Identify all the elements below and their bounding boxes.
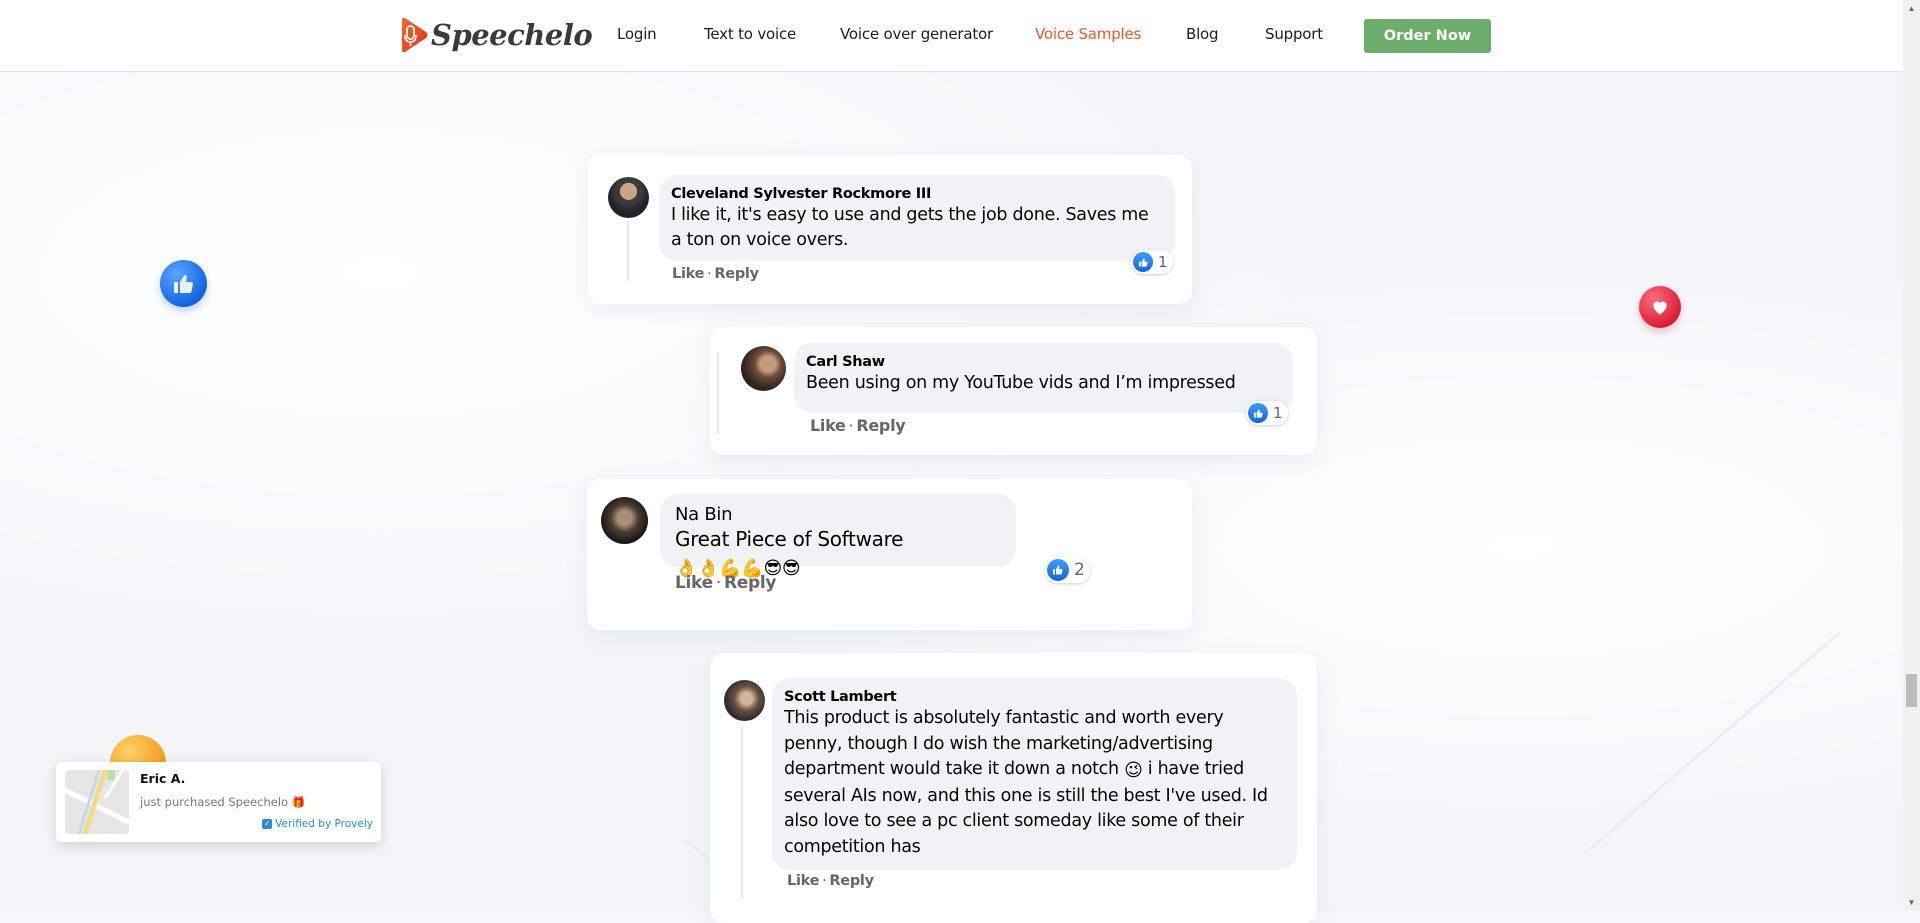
gift-emoji: 🎁: [291, 796, 306, 809]
comment-text: I like it, it's easy to use and gets the…: [671, 205, 1149, 250]
purchase-text: just purchased Speechelo: [140, 795, 289, 809]
comment-actions: Like · Reply: [787, 873, 874, 889]
reaction-count[interactable]: 1: [1131, 250, 1173, 274]
reaction-count-value: 2: [1074, 560, 1085, 580]
like-link[interactable]: Like: [672, 266, 704, 282]
order-now-button[interactable]: Order Now: [1364, 19, 1491, 53]
thread-line: [741, 727, 743, 897]
scroll-up-arrow-icon[interactable]: ▲: [1903, 0, 1920, 17]
reply-link[interactable]: Reply: [724, 573, 777, 593]
nav-voice-over-generator[interactable]: Voice over generator: [840, 25, 993, 43]
nav-blog[interactable]: Blog: [1186, 25, 1219, 43]
separator: ·: [707, 266, 712, 282]
floating-heart-icon: [1639, 286, 1681, 328]
like-link[interactable]: Like: [787, 873, 819, 889]
reaction-count[interactable]: 2: [1045, 557, 1090, 583]
scrollbar-thumb[interactable]: [1906, 674, 1917, 707]
main-nav: Login Text to voice Voice over generator…: [0, 0, 1903, 71]
avatar[interactable]: [601, 497, 648, 544]
comment-bubble: Cleveland Sylvester Rockmore III I like …: [659, 175, 1175, 261]
like-reaction-icon: [1047, 559, 1069, 581]
thread-line: [717, 352, 719, 434]
verified-badge[interactable]: ✓ Verified by Provely: [262, 818, 373, 830]
like-link[interactable]: Like: [675, 573, 713, 593]
wink-emoji: 😉: [1124, 760, 1143, 781]
map-thumbnail: [65, 770, 129, 834]
vertical-scrollbar[interactable]: ▲ ▼: [1903, 0, 1920, 911]
reply-link[interactable]: Reply: [829, 873, 874, 889]
checkbox-icon: ✓: [262, 819, 273, 829]
comment-card: Cleveland Sylvester Rockmore III I like …: [587, 155, 1192, 304]
separator: ·: [822, 873, 827, 889]
purchase-message: just purchased Speechelo 🎁: [140, 795, 305, 809]
comment-card: Carl Shaw Been using on my YouTube vids …: [710, 327, 1317, 455]
scroll-down-arrow-icon[interactable]: ▼: [1903, 894, 1920, 911]
like-link[interactable]: Like: [810, 416, 846, 435]
reply-link[interactable]: Reply: [714, 266, 759, 282]
avatar[interactable]: [741, 346, 786, 391]
thread-line: [627, 221, 629, 281]
like-reaction-icon: [1248, 403, 1268, 423]
comment-card: Scott Lambert This product is absolutely…: [710, 653, 1317, 923]
comment-author[interactable]: Scott Lambert: [784, 688, 1285, 706]
comment-text-body: Great Piece of Software: [675, 527, 904, 551]
comment-author[interactable]: Carl Shaw: [806, 353, 1281, 371]
comment-bubble: Scott Lambert This product is absolutely…: [772, 678, 1297, 870]
reaction-count[interactable]: 1: [1246, 401, 1288, 425]
comment-author[interactable]: Cleveland Sylvester Rockmore III: [671, 185, 1163, 203]
site-header: Speechelo Login Text to voice Voice over…: [0, 0, 1903, 72]
comment-actions: Like · Reply: [810, 416, 906, 435]
nav-support[interactable]: Support: [1265, 25, 1323, 43]
comment-text: This product is absolutely fantastic and…: [784, 706, 1285, 860]
reply-link[interactable]: Reply: [856, 416, 905, 435]
customer-name: Eric A.: [140, 771, 186, 786]
comment-text: Been using on my YouTube vids and I’m im…: [806, 373, 1236, 393]
comment-bubble: Na Bin Great Piece of Software 👌👌💪💪😎😎: [660, 494, 1016, 579]
avatar[interactable]: [608, 177, 649, 218]
reaction-count-value: 1: [1273, 404, 1283, 422]
floating-like-icon: [160, 260, 207, 307]
comment-bubble: Carl Shaw Been using on my YouTube vids …: [794, 343, 1293, 413]
avatar[interactable]: [724, 680, 765, 721]
separator: ·: [848, 416, 854, 435]
separator: ·: [715, 573, 721, 593]
reaction-count-value: 1: [1158, 253, 1168, 271]
nav-login[interactable]: Login: [617, 25, 657, 43]
verified-label: Verified by Provely: [275, 818, 373, 830]
comment-actions: Like · Reply: [675, 573, 776, 593]
comment-card: Na Bin Great Piece of Software 👌👌💪💪😎😎 2 …: [587, 479, 1192, 630]
nav-text-to-voice[interactable]: Text to voice: [704, 25, 796, 43]
purchase-notification[interactable]: Eric A. just purchased Speechelo 🎁 ✓ Ver…: [56, 762, 381, 842]
comment-author[interactable]: Na Bin: [675, 504, 1004, 526]
nav-voice-samples[interactable]: Voice Samples: [1035, 25, 1141, 43]
comment-actions: Like · Reply: [672, 266, 759, 282]
like-reaction-icon: [1133, 252, 1153, 272]
